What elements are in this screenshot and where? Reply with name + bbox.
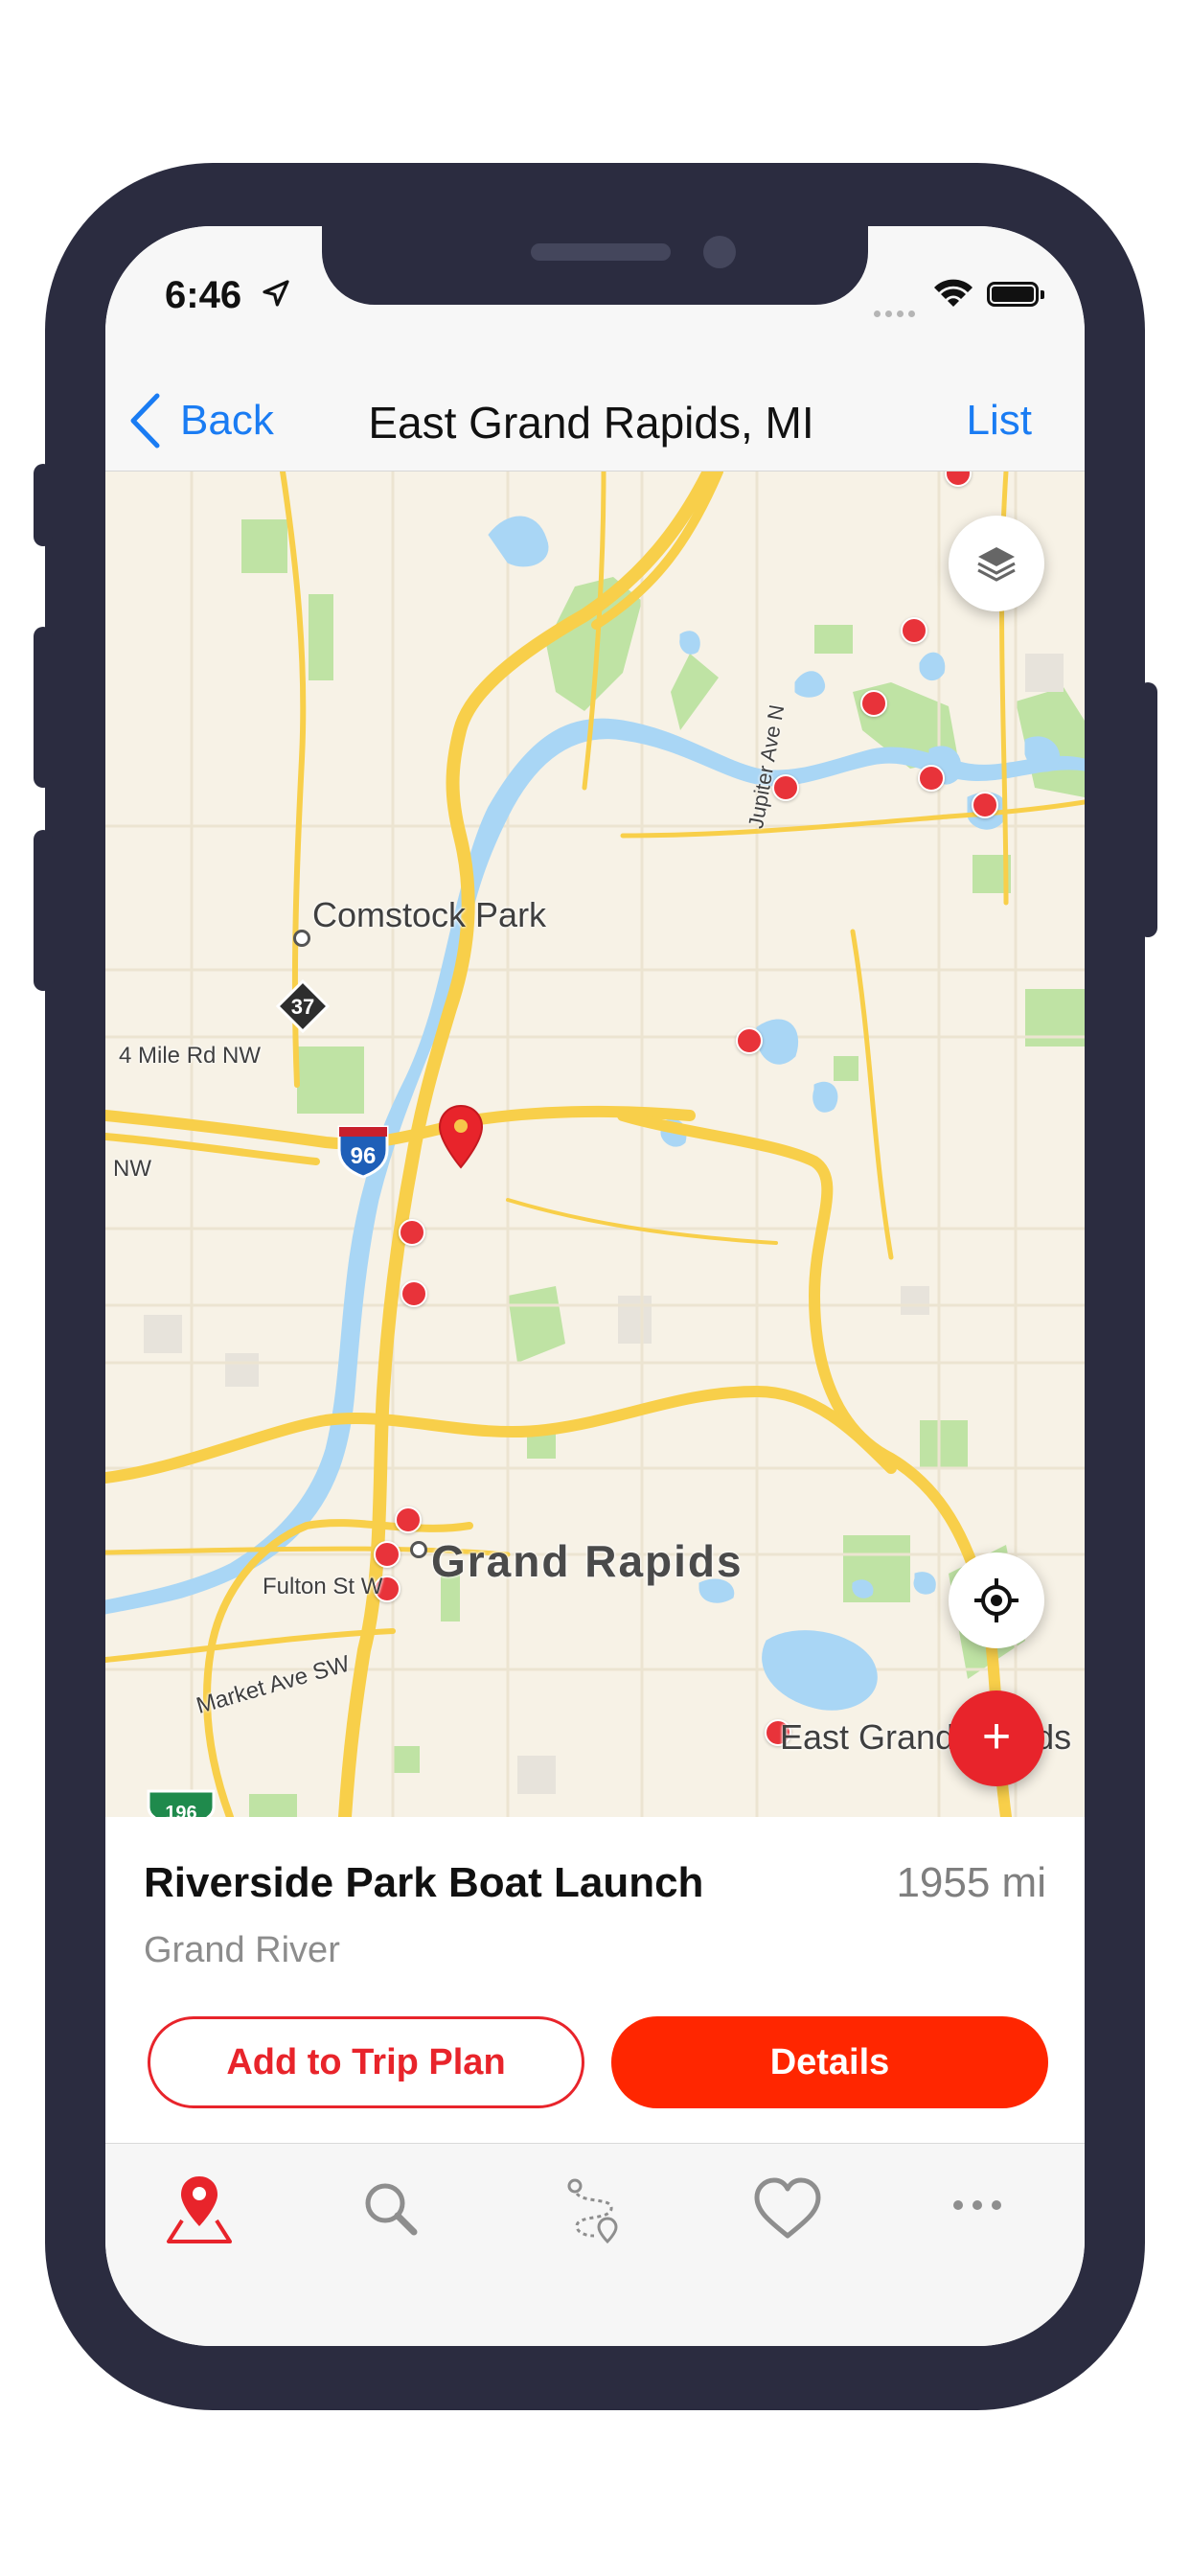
interstate-96-label: 96 — [351, 1143, 377, 1169]
details-button[interactable]: Details — [611, 2016, 1048, 2108]
power-button — [1138, 682, 1157, 937]
city-dot — [293, 930, 310, 947]
interstate-196-shield-icon: 196 — [147, 1789, 216, 1817]
cellular-signal-icon — [874, 305, 920, 322]
location-arrow-icon — [263, 280, 289, 307]
heart-icon — [754, 2177, 821, 2239]
battery-icon — [987, 282, 1044, 307]
tab-search[interactable] — [353, 2171, 429, 2247]
volume-up-button — [34, 627, 53, 788]
speaker — [531, 243, 671, 261]
map-marker[interactable] — [400, 1280, 427, 1307]
interstate-96-shield-icon: 96 — [337, 1125, 389, 1179]
location-distance: 1955 mi — [896, 1859, 1046, 1906]
map-marker[interactable] — [736, 1027, 763, 1054]
map-marker[interactable] — [399, 1219, 425, 1246]
location-subtitle: Grand River — [144, 1930, 340, 1970]
tab-bar — [105, 2144, 1085, 2346]
map-label-nw: NW — [113, 1156, 151, 1182]
notch — [322, 226, 868, 305]
layers-icon — [977, 547, 1016, 582]
navigation-bar: Back East Grand Rapids, MI List — [105, 370, 1085, 472]
tab-more[interactable] — [939, 2171, 1016, 2247]
map-label-comstock-park: Comstock Park — [312, 895, 547, 934]
tab-favorites[interactable] — [749, 2171, 826, 2247]
add-to-trip-plan-button[interactable]: Add to Trip Plan — [148, 2016, 584, 2108]
map-marker[interactable] — [918, 765, 945, 792]
route-icon — [567, 2178, 618, 2244]
map-base-layer — [105, 472, 1085, 1817]
location-title: Riverside Park Boat Launch — [144, 1859, 704, 1906]
tab-map[interactable] — [161, 2171, 238, 2247]
add-location-button[interactable]: + — [949, 1690, 1044, 1786]
map-marker[interactable] — [374, 1541, 400, 1568]
screen: 6:46 Back East Grand Rapids, MI List Com… — [105, 226, 1085, 2346]
map-view[interactable]: Comstock Park 4 Mile Rd NW NW Jupiter Av… — [105, 472, 1085, 1817]
plus-icon: + — [981, 1709, 1012, 1764]
crosshair-icon — [974, 1578, 1018, 1622]
route-37-shield-icon: 37 — [276, 979, 330, 1033]
map-marker[interactable] — [860, 690, 887, 717]
map-label-fulton-st: Fulton St W — [263, 1574, 383, 1599]
city-dot — [410, 1541, 427, 1558]
map-marker[interactable] — [901, 617, 927, 644]
tab-trips[interactable] — [556, 2171, 632, 2247]
list-button[interactable]: List — [967, 397, 1032, 445]
wifi-icon — [934, 279, 973, 307]
map-label-4-mile-rd: 4 Mile Rd NW — [119, 1043, 262, 1069]
more-icon — [953, 2200, 1001, 2210]
current-location-button[interactable] — [949, 1552, 1044, 1648]
front-camera — [703, 236, 736, 268]
status-time: 6:46 — [165, 274, 242, 316]
map-pin-icon — [167, 2176, 232, 2243]
map-label-grand-rapids: Grand Rapids — [431, 1536, 744, 1586]
search-icon — [365, 2183, 418, 2236]
map-marker[interactable] — [972, 792, 998, 818]
selected-location-pin-icon[interactable] — [437, 1104, 485, 1169]
map-marker[interactable] — [395, 1506, 422, 1533]
location-card: Riverside Park Boat Launch 1955 mi Grand… — [105, 1817, 1085, 2144]
route-37-label: 37 — [291, 995, 314, 1019]
interstate-196-label: 196 — [165, 1803, 196, 1817]
page-title: East Grand Rapids, MI — [368, 398, 814, 448]
volume-down-button — [34, 830, 53, 991]
mute-switch — [34, 464, 53, 546]
map-layers-button[interactable] — [949, 516, 1044, 611]
